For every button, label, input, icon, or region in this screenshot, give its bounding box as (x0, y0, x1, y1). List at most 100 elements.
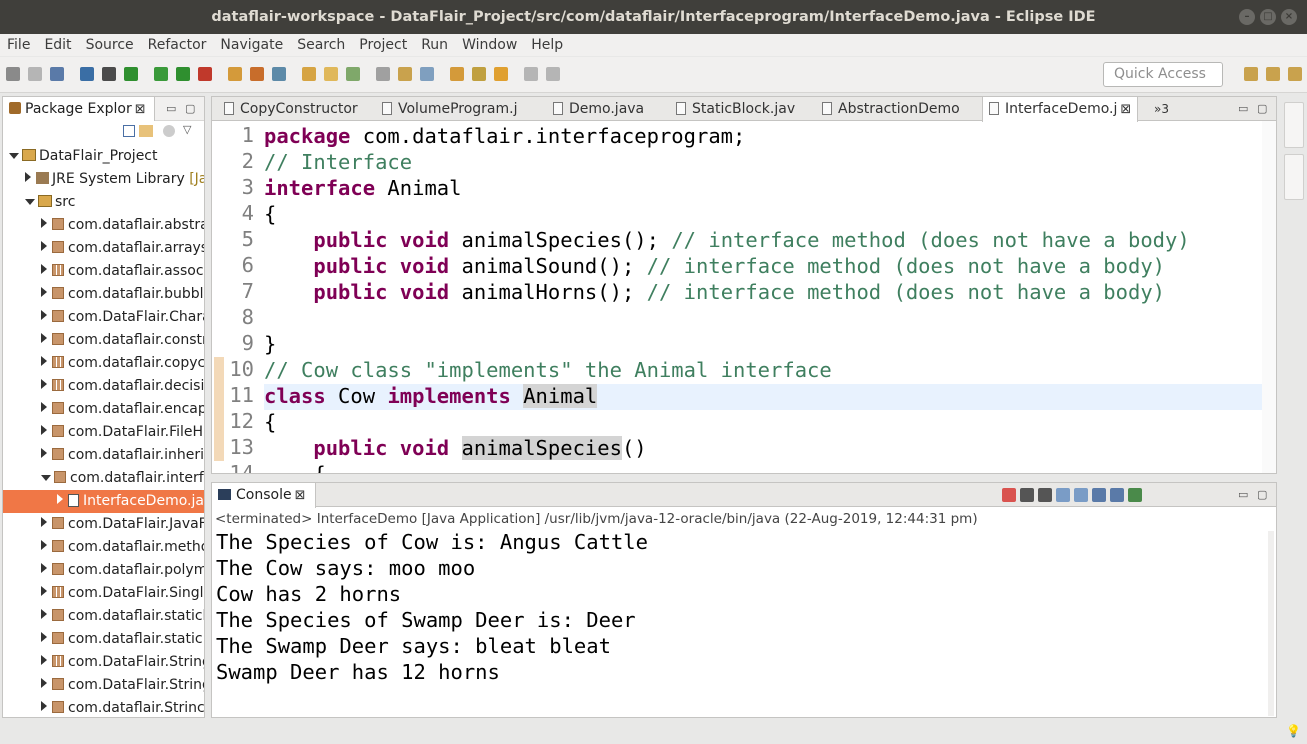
tree-item-library[interactable]: JRE System Library [Ja (3, 168, 204, 191)
expand-arrow-icon[interactable] (41, 333, 47, 343)
editor-tab[interactable]: VolumeProgram.j (376, 97, 544, 121)
expand-arrow-icon[interactable] (41, 379, 47, 389)
menu-item-file[interactable]: File (0, 34, 37, 56)
new-java-project-icon[interactable] (228, 67, 242, 81)
quick-access-input[interactable]: Quick Access (1103, 62, 1223, 87)
tree-item-package[interactable]: com.dataflair.Strinc (3, 697, 204, 717)
expand-arrow-icon[interactable] (41, 563, 47, 573)
tree-item-project[interactable]: DataFlair_Project (3, 145, 204, 168)
menu-item-source[interactable]: Source (79, 34, 141, 56)
menu-item-run[interactable]: Run (414, 34, 455, 56)
minimize-view-icon[interactable]: ▭ (1238, 102, 1248, 115)
save-icon[interactable] (28, 67, 42, 81)
tree-item-package[interactable]: com.dataflair.static (3, 628, 204, 651)
open-console-icon[interactable] (80, 67, 94, 81)
coverage-icon[interactable] (198, 67, 212, 81)
remove-launch-icon[interactable] (1020, 488, 1034, 502)
tree-item-package[interactable]: com.dataflair.abstra (3, 214, 204, 237)
maximize-view-icon[interactable]: ▢ (185, 102, 195, 115)
restore-task-list-button[interactable] (1284, 154, 1304, 200)
display-console-icon[interactable] (1110, 488, 1124, 502)
expand-arrow-icon[interactable] (41, 310, 47, 320)
menu-item-search[interactable]: Search (290, 34, 352, 56)
menu-item-help[interactable]: Help (524, 34, 570, 56)
expand-arrow-icon[interactable] (41, 287, 47, 297)
maximize-window-button[interactable]: □ (1260, 9, 1276, 25)
minimize-window-button[interactable]: – (1239, 9, 1255, 25)
tree-item-folder[interactable]: src (3, 191, 204, 214)
save-all-icon[interactable] (50, 67, 64, 81)
editor-tab[interactable]: AbstractionDemo (816, 97, 979, 121)
code-area[interactable]: package com.dataflair.interfaceprogram; /… (264, 121, 1262, 473)
tree-item-package[interactable]: com.dataflair.constr (3, 329, 204, 352)
expand-arrow-icon[interactable] (41, 241, 47, 251)
tree-item-package2[interactable]: com.dataflair.copyc (3, 352, 204, 375)
expand-arrow-icon[interactable] (41, 701, 47, 711)
expand-arrow-icon[interactable] (41, 425, 47, 435)
expand-arrow-icon[interactable] (41, 632, 47, 642)
remove-all-icon[interactable] (1038, 488, 1052, 502)
close-icon[interactable]: ⊠ (135, 102, 146, 117)
next-annotation-icon[interactable] (450, 67, 464, 81)
focus-icon[interactable] (163, 125, 175, 137)
expand-arrow-icon[interactable] (41, 264, 47, 274)
tree-item-package[interactable]: com.dataflair.metho (3, 536, 204, 559)
menu-item-window[interactable]: Window (455, 34, 524, 56)
word-wrap-icon[interactable] (1074, 488, 1088, 502)
new-package-icon[interactable] (250, 67, 264, 81)
tree-item-package2[interactable]: com.DataFlair.String (3, 651, 204, 674)
editor-tab[interactable]: StaticBlock.jav (670, 97, 813, 121)
skip-breakpoints-icon[interactable] (102, 67, 116, 81)
tree-item-package[interactable]: com.DataFlair.FileHa (3, 421, 204, 444)
scroll-lock-icon[interactable] (1056, 488, 1070, 502)
expand-arrow-icon[interactable] (41, 517, 47, 527)
console-tab[interactable]: Console ⊠ (212, 483, 316, 508)
perspective-java-icon[interactable] (1244, 67, 1258, 81)
collapse-arrow-icon[interactable] (41, 475, 51, 481)
close-icon[interactable]: ⊠ (1120, 102, 1131, 117)
show-whitespace-icon[interactable] (420, 67, 434, 81)
close-icon[interactable]: ⊠ (295, 488, 306, 503)
new-icon[interactable] (6, 67, 20, 81)
collapse-arrow-icon[interactable] (9, 153, 19, 159)
menu-item-refactor[interactable]: Refactor (141, 34, 214, 56)
search-icon[interactable] (346, 67, 360, 81)
menu-item-navigate[interactable]: Navigate (213, 34, 290, 56)
expand-arrow-icon[interactable] (41, 218, 47, 228)
maximize-view-icon[interactable]: ▢ (1257, 102, 1267, 115)
open-type-icon[interactable] (302, 67, 316, 81)
tree-file-item[interactable]: InterfaceDemo.jav (3, 490, 204, 513)
terminate-icon[interactable] (1002, 488, 1016, 502)
view-menu-icon[interactable]: ▽ (183, 123, 191, 136)
maximize-view-icon[interactable]: ▢ (1257, 488, 1267, 501)
forward-icon[interactable] (546, 67, 560, 81)
editor-overview-ruler[interactable] (1262, 121, 1276, 473)
tree-item-package[interactable]: com.DataFlair.String (3, 674, 204, 697)
collapse-all-icon[interactable] (123, 125, 135, 137)
tree-item-package2[interactable]: com.DataFlair.Single (3, 582, 204, 605)
open-task-icon[interactable] (324, 67, 338, 81)
close-window-button[interactable]: × (1281, 9, 1297, 25)
collapse-arrow-icon[interactable] (25, 199, 35, 205)
expand-arrow-icon[interactable] (57, 494, 63, 504)
tree-item-package[interactable]: com.dataflair.bubbl (3, 283, 204, 306)
minimize-view-icon[interactable]: ▭ (166, 102, 176, 115)
tree-item-package[interactable]: com.dataflair.polym (3, 559, 204, 582)
tab-overflow-button[interactable]: »3 (1148, 97, 1169, 121)
lightbulb-icon[interactable]: 💡 (1286, 724, 1301, 738)
expand-arrow-icon[interactable] (25, 172, 31, 182)
package-explorer-tab[interactable]: Package Explor ⊠ (3, 97, 155, 121)
console-output[interactable]: The Species of Cow is: Angus Cattle The C… (216, 529, 648, 685)
tree-item-package[interactable]: com.DataFlair.JavaF (3, 513, 204, 536)
expand-arrow-icon[interactable] (41, 402, 47, 412)
link-with-editor-icon[interactable] (139, 125, 153, 137)
editor-tab[interactable]: Demo.java (547, 97, 667, 121)
expand-arrow-icon[interactable] (41, 586, 47, 596)
console-scrollbar[interactable] (1268, 531, 1274, 716)
debug-icon[interactable] (124, 67, 138, 81)
expand-arrow-icon[interactable] (41, 609, 47, 619)
tree-item-package[interactable]: com.dataflair.interfa (3, 467, 204, 490)
open-console-icon[interactable] (1128, 488, 1142, 502)
tree-item-package[interactable]: com.dataflair.encap (3, 398, 204, 421)
editor-tab[interactable]: InterfaceDemo.j ⊠ (982, 97, 1138, 122)
